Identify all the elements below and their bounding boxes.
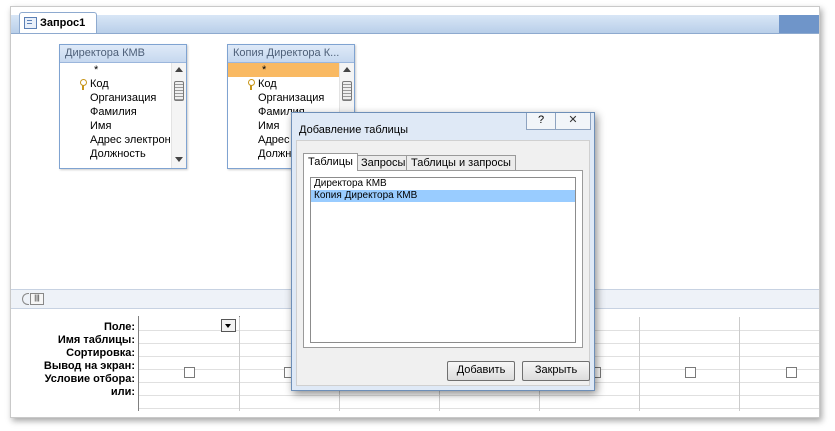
field-item[interactable]: Организация (228, 91, 340, 105)
field-item[interactable]: * (60, 63, 172, 77)
field-label: Код (258, 78, 277, 90)
query-tab[interactable]: Запрос1 (19, 12, 97, 33)
grid-row-labels: Поле: Имя таблицы: Сортировка: Вывод на … (23, 321, 135, 399)
add-button[interactable]: Добавить (447, 361, 515, 381)
show-checkbox[interactable] (184, 367, 195, 378)
table-box-directors[interactable]: Директора КМВ * Код Организация Фамилия … (59, 44, 187, 169)
grid-label-show: Вывод на экран: (43, 360, 135, 372)
field-item[interactable]: Код (60, 77, 172, 91)
scroll-thumb[interactable] (174, 81, 184, 101)
document-tab-strip: Запрос1 (11, 12, 819, 34)
close-button[interactable]: Закрыть (522, 361, 590, 381)
grid-label-table: Имя таблицы: (57, 334, 135, 346)
primary-key-icon (80, 79, 87, 90)
field-item[interactable]: Организация (60, 91, 172, 105)
scroll-up-icon[interactable] (175, 67, 183, 72)
dialog-title: Добавление таблицы (299, 124, 408, 136)
query-tab-label: Запрос1 (40, 17, 86, 29)
show-checkbox[interactable] (786, 367, 797, 378)
help-button[interactable]: ? (526, 113, 556, 130)
primary-key-icon (248, 79, 255, 90)
field-item[interactable]: Фамилия (60, 105, 172, 119)
splitter-grip-icon (22, 293, 29, 305)
field-item[interactable]: Код (228, 77, 340, 91)
table-listbox[interactable]: Директора КМВ Копия Директора КМВ (310, 177, 576, 343)
field-item[interactable]: Должность (60, 147, 172, 161)
field-item[interactable]: Адрес электрон (60, 133, 172, 147)
scroll-down-icon[interactable] (175, 157, 183, 162)
query-designer-window: Запрос1 Директора КМВ * Код Организация … (10, 6, 820, 418)
table-box-title[interactable]: Копия Директора К... (228, 45, 354, 63)
list-item[interactable]: Директора КМВ (311, 178, 575, 190)
grid-label-field: Поле: (104, 321, 135, 333)
grid-column-6[interactable] (639, 317, 740, 411)
tabstrip-end (779, 15, 819, 33)
tab-tables-and-queries[interactable]: Таблицы и запросы (406, 155, 516, 170)
list-item[interactable]: Копия Директора КМВ (311, 190, 575, 202)
table-box-title[interactable]: Директора КМВ (60, 45, 186, 63)
scroll-left-button[interactable]: ||| (30, 293, 44, 305)
grid-label-criteria: Условие отбора: (44, 373, 135, 385)
field-label: Код (90, 78, 109, 90)
field-list-scrollbar[interactable] (171, 63, 186, 168)
field-item[interactable]: * (228, 63, 340, 77)
tab-panel: Директора КМВ Копия Директора КМВ (303, 170, 583, 348)
field-list: * Код Организация Фамилия Имя Адрес элек… (60, 63, 172, 168)
dialog-body: Таблицы Запросы Таблицы и запросы Директ… (296, 140, 590, 386)
grid-label-sort: Сортировка: (66, 347, 135, 359)
tab-queries[interactable]: Запросы (356, 155, 411, 170)
query-icon (24, 17, 37, 29)
close-icon[interactable]: ✕ (555, 113, 591, 130)
show-checkbox[interactable] (685, 367, 696, 378)
scroll-thumb[interactable] (342, 81, 352, 101)
grid-column-7[interactable] (739, 317, 819, 411)
tab-tables[interactable]: Таблицы (303, 153, 358, 171)
grid-label-or: или: (110, 386, 135, 398)
add-table-dialog: Добавление таблицы ? ✕ Таблицы Запросы Т… (291, 112, 595, 391)
field-item[interactable]: Имя (60, 119, 172, 133)
scroll-up-icon[interactable] (343, 67, 351, 72)
field-dropdown-button[interactable] (221, 319, 236, 332)
